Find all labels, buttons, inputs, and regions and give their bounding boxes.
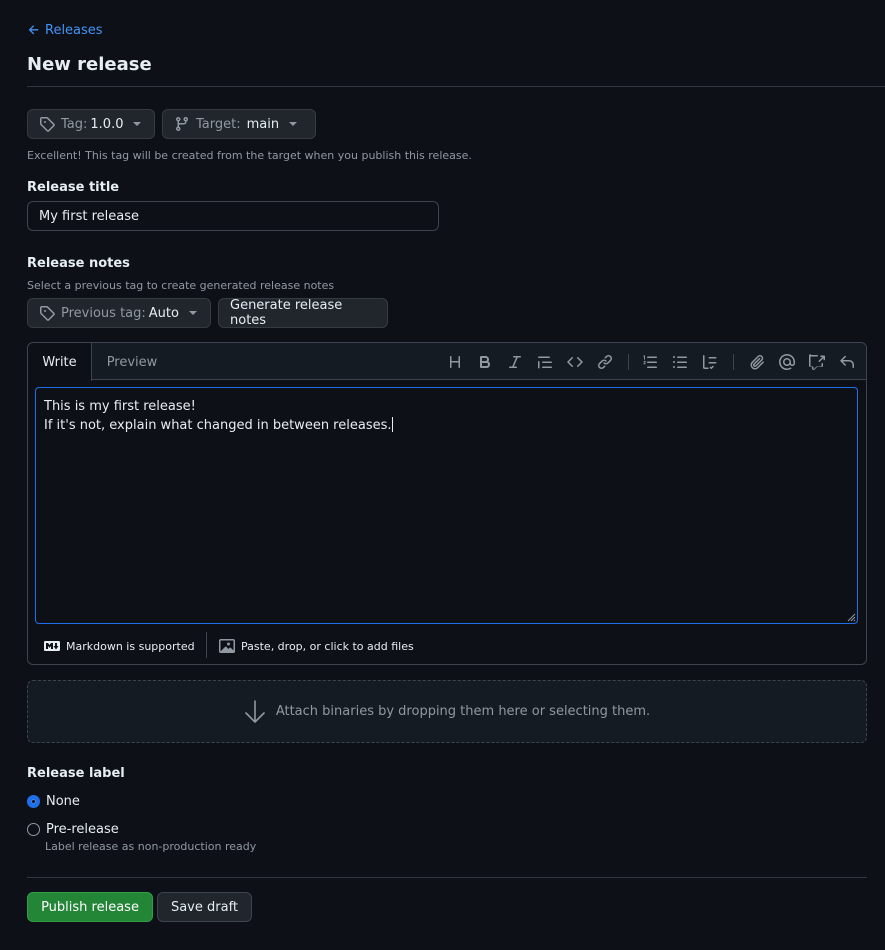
italic-icon[interactable] xyxy=(505,352,525,372)
binaries-drop-zone[interactable]: Attach binaries by dropping them here or… xyxy=(27,680,867,743)
text-cursor xyxy=(391,417,393,432)
toolbar-divider xyxy=(628,354,629,370)
publish-release-button[interactable]: Publish release xyxy=(27,892,153,922)
release-label-option-none[interactable]: None xyxy=(27,794,80,809)
target-picker-prefix: Target: xyxy=(196,116,241,132)
mention-icon[interactable] xyxy=(777,352,797,372)
release-notes-hint: Select a previous tag to create generate… xyxy=(27,279,335,292)
markdown-supported-label: Markdown is supported xyxy=(66,639,195,653)
page-title: New release xyxy=(27,54,152,75)
release-label-option-prerelease[interactable]: Pre-release xyxy=(27,822,119,837)
release-label-heading: Release label xyxy=(27,766,125,781)
binaries-drop-label: Attach binaries by dropping them here or… xyxy=(275,704,651,719)
previous-tag-button[interactable]: Previous tag: Auto xyxy=(27,298,211,328)
release-notes-label: Release notes xyxy=(27,256,130,271)
chevron-down-icon xyxy=(188,311,197,315)
target-picker-button[interactable]: Target: main xyxy=(162,109,316,139)
link-icon[interactable] xyxy=(595,352,615,372)
arrow-down-icon xyxy=(245,699,265,723)
footer-divider xyxy=(206,632,207,658)
radio-none-label: None xyxy=(46,794,80,809)
add-files-button[interactable]: Paste, drop, or click to add files xyxy=(219,638,414,654)
markdown-icon xyxy=(44,641,60,651)
radio-prerelease[interactable] xyxy=(27,823,40,836)
actions-divider xyxy=(27,877,867,878)
task-list-icon[interactable] xyxy=(700,352,720,372)
undo-icon[interactable] xyxy=(837,352,857,372)
tab-preview[interactable]: Preview xyxy=(92,343,172,381)
toolbar-divider xyxy=(733,354,734,370)
markdown-editor: Write Preview This is my first release! … xyxy=(27,342,867,665)
tab-write[interactable]: Write xyxy=(28,343,92,381)
bold-icon[interactable] xyxy=(475,352,495,372)
tag-note: Excellent! This tag will be created from… xyxy=(27,149,472,162)
releases-back-link[interactable]: Releases xyxy=(27,21,103,39)
reference-icon[interactable] xyxy=(807,352,827,372)
branch-icon xyxy=(175,117,188,132)
notes-line-1: This is my first release! xyxy=(44,399,196,414)
release-title-input[interactable]: My first release xyxy=(27,201,439,231)
chevron-down-icon xyxy=(133,122,142,126)
tag-picker-value: 1.0.0 xyxy=(90,116,124,132)
bulleted-list-icon[interactable] xyxy=(670,352,690,372)
arrow-left-icon xyxy=(28,25,39,35)
tag-icon xyxy=(40,306,55,321)
releases-back-label: Releases xyxy=(45,22,103,38)
target-picker-value: main xyxy=(246,116,280,132)
prerelease-description: Label release as non-production ready xyxy=(45,840,257,853)
radio-none[interactable] xyxy=(27,795,40,808)
radio-prerelease-label: Pre-release xyxy=(46,822,119,837)
tag-picker-prefix: Tag: xyxy=(61,116,88,132)
notes-line-2: If it's not, explain what changed in bet… xyxy=(44,416,849,435)
resize-handle-icon[interactable] xyxy=(846,612,856,622)
generate-release-notes-button[interactable]: Generate release notes xyxy=(218,298,388,328)
image-icon xyxy=(219,639,235,653)
heading-icon[interactable] xyxy=(445,352,465,372)
release-notes-textarea[interactable]: This is my first release! If it's not, e… xyxy=(35,387,858,624)
attach-icon[interactable] xyxy=(747,352,767,372)
tag-icon xyxy=(40,117,55,132)
title-divider xyxy=(27,86,885,87)
tag-picker-button[interactable]: Tag: 1.0.0 xyxy=(27,109,155,139)
save-draft-button[interactable]: Save draft xyxy=(157,892,252,922)
add-files-label: Paste, drop, or click to add files xyxy=(241,639,414,653)
code-icon[interactable] xyxy=(565,352,585,372)
markdown-supported-link[interactable]: Markdown is supported xyxy=(44,638,195,654)
chevron-down-icon xyxy=(289,122,298,126)
previous-tag-prefix: Previous tag: xyxy=(61,305,146,321)
numbered-list-icon[interactable] xyxy=(640,352,660,372)
release-title-label: Release title xyxy=(27,180,120,195)
previous-tag-value: Auto xyxy=(148,305,179,321)
quote-icon[interactable] xyxy=(535,352,555,372)
notes-line-2-text: If it's not, explain what changed in bet… xyxy=(44,418,392,433)
